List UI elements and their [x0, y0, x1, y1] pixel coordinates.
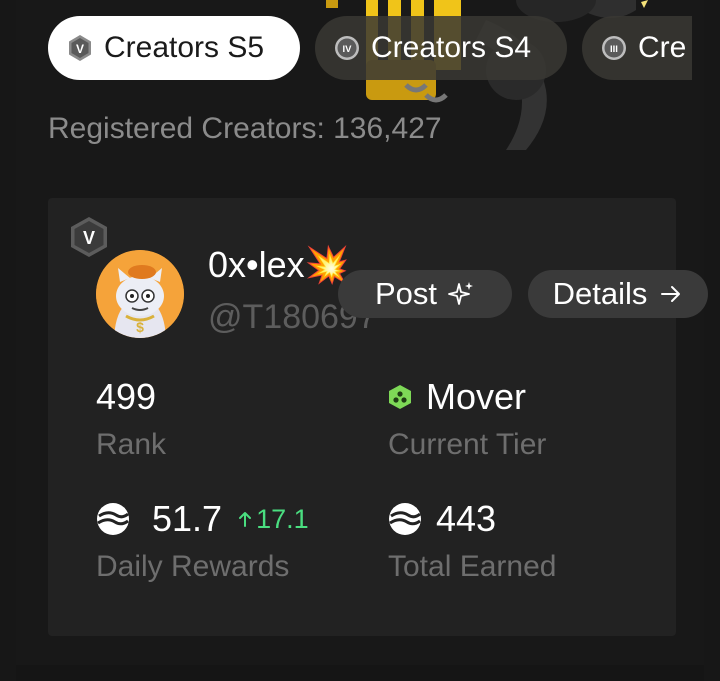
tab-creators-s5[interactable]: V Creators S5	[48, 16, 300, 80]
tab-label: Creators S4	[371, 31, 532, 64]
bottom-divider	[16, 665, 704, 681]
rank-value: 499	[96, 376, 157, 417]
sparkle-icon	[448, 282, 474, 305]
details-button[interactable]: Details	[528, 270, 708, 318]
daily-rewards-label: Daily Rewards	[96, 550, 290, 583]
season-iii-badge-icon: III	[602, 36, 626, 60]
tab-label: Creators S5	[104, 31, 265, 64]
token-icon	[97, 503, 129, 535]
registered-creators-count: Registered Creators: 136,427	[48, 112, 442, 145]
svg-text:V: V	[76, 42, 84, 56]
post-button[interactable]: Post	[338, 270, 512, 318]
daily-rewards-value: 51.7 17.1	[96, 498, 309, 540]
svg-text:IV: IV	[343, 44, 353, 55]
tier-value: Mover	[388, 376, 526, 418]
svg-text:V: V	[83, 228, 95, 248]
creator-stats-card: V $ 0x•lex💥 @T180697 Post Details 499 Ra…	[48, 198, 708, 636]
token-icon	[389, 503, 421, 535]
tier-label: Current Tier	[388, 428, 547, 461]
arrow-right-icon	[661, 286, 681, 302]
display-name: 0x•lex💥	[208, 244, 350, 285]
mover-tier-icon	[389, 385, 411, 409]
rank-label: Rank	[96, 428, 167, 461]
total-earned-value: 443	[388, 498, 496, 540]
tier-v-badge-icon: V	[71, 217, 107, 257]
tab-creators-s3[interactable]: III Cre	[582, 16, 692, 80]
daily-delta: 17.1	[238, 504, 309, 535]
tab-label: Cre	[638, 31, 687, 64]
season-tabs: V Creators S5 IV Creators S4 III Cre	[16, 16, 692, 82]
cat-avatar-icon: $	[96, 250, 184, 338]
svg-text:$: $	[136, 319, 144, 335]
tab-creators-s4[interactable]: IV Creators S4	[315, 16, 567, 80]
total-earned-label: Total Earned	[388, 550, 557, 583]
svg-text:III: III	[610, 44, 618, 55]
season-v-badge-icon: V	[69, 35, 91, 61]
avatar[interactable]: $	[96, 250, 184, 338]
arrow-up-icon	[239, 512, 252, 527]
season-iv-badge-icon: IV	[335, 36, 359, 60]
creators-panel: V Creators S5 IV Creators S4 III Cre Reg…	[16, 0, 708, 681]
